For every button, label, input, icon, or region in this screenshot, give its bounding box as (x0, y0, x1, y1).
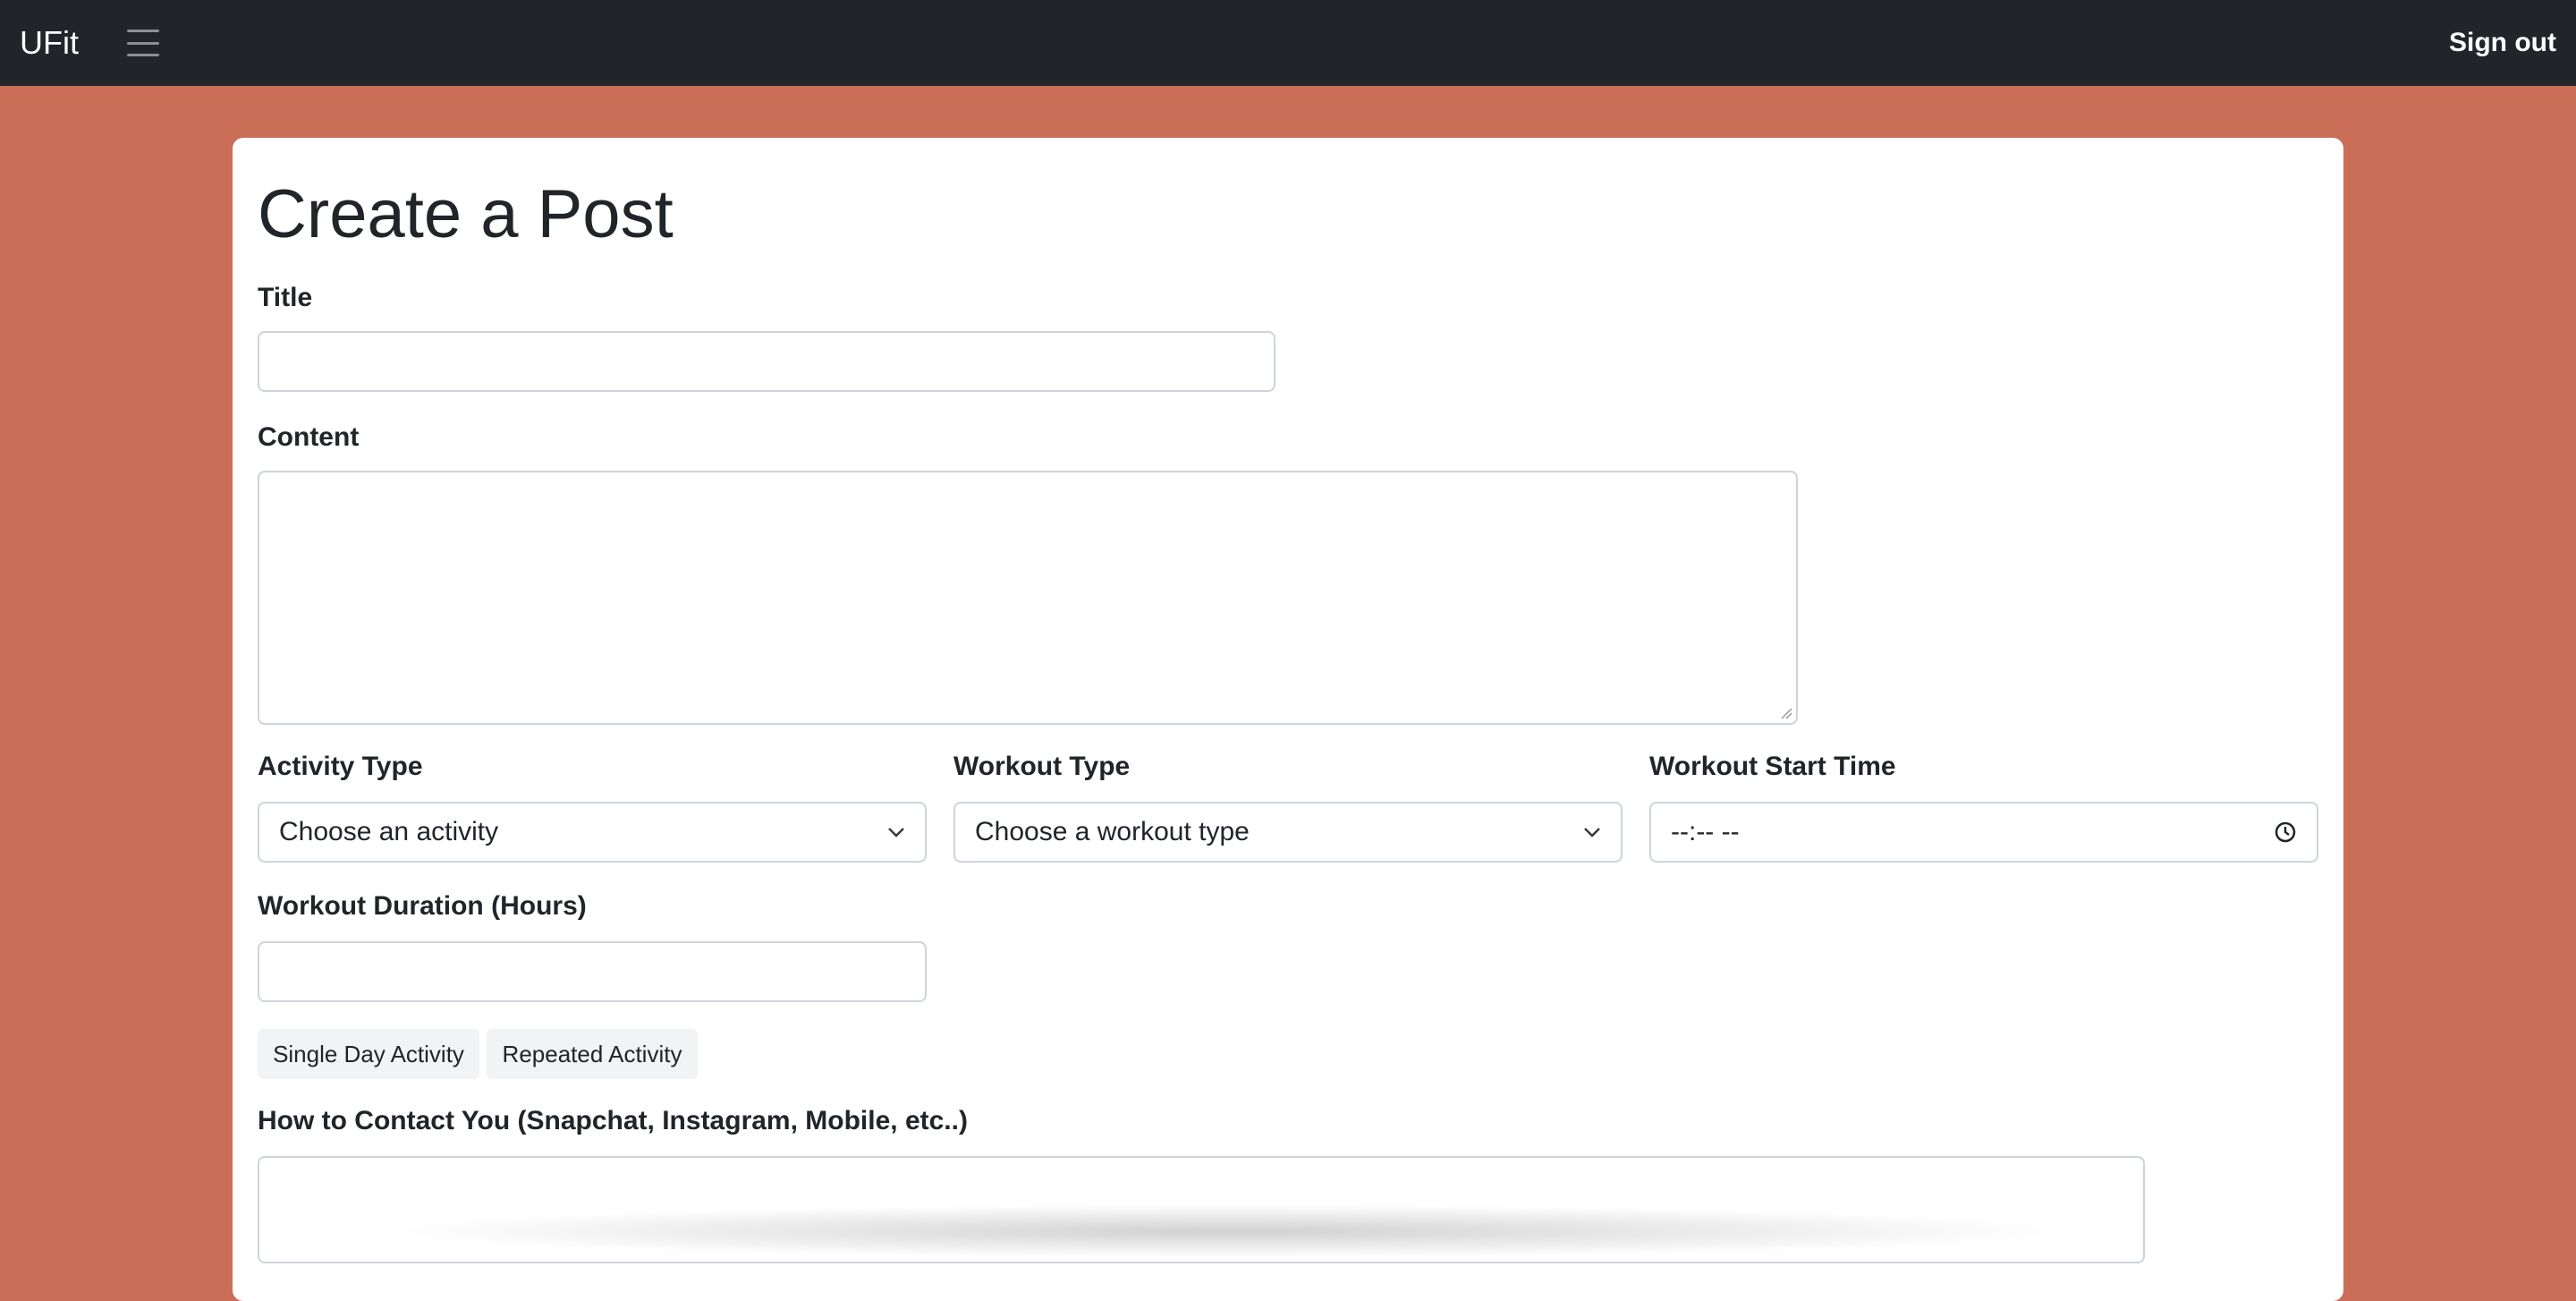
contact-label: How to Contact You (Snapchat, Instagram,… (258, 1106, 968, 1135)
duration-input[interactable] (258, 941, 927, 1002)
activity-type-select[interactable]: Choose an activity (258, 802, 927, 863)
title-label: Title (258, 283, 313, 312)
workout-type-select[interactable]: Choose a workout type (953, 802, 1623, 863)
page-title: Create a Post (258, 176, 674, 252)
content-label: Content (258, 422, 360, 452)
bottom-shadow (376, 1204, 2075, 1258)
repeated-activity-button[interactable]: Repeated Activity (487, 1029, 698, 1079)
brand-logo[interactable]: UFit (20, 24, 79, 62)
duration-label: Workout Duration (Hours) (258, 891, 587, 921)
start-time-input[interactable]: --:-- -- (1649, 802, 2318, 863)
chevron-down-icon (888, 828, 904, 838)
chevron-down-icon (1584, 828, 1600, 838)
start-time-value: --:-- -- (1671, 817, 1740, 846)
create-post-card: Create a Post Title Content Activity Typ… (233, 138, 2343, 1301)
title-input[interactable] (258, 331, 1275, 392)
workout-type-label: Workout Type (953, 752, 1131, 781)
sign-out-link[interactable]: Sign out (2449, 0, 2556, 86)
start-time-label: Workout Start Time (1649, 752, 1896, 781)
hamburger-menu-icon[interactable] (127, 30, 159, 56)
activity-type-label: Activity Type (258, 752, 423, 781)
resize-handle-icon[interactable] (1780, 707, 1792, 719)
top-navbar: UFit Sign out (0, 0, 2576, 86)
content-textarea[interactable] (258, 471, 1798, 725)
workout-type-value: Choose a workout type (975, 817, 1250, 846)
clock-icon[interactable] (2274, 821, 2297, 844)
activity-type-value: Choose an activity (279, 817, 499, 846)
single-day-activity-button[interactable]: Single Day Activity (258, 1029, 479, 1079)
